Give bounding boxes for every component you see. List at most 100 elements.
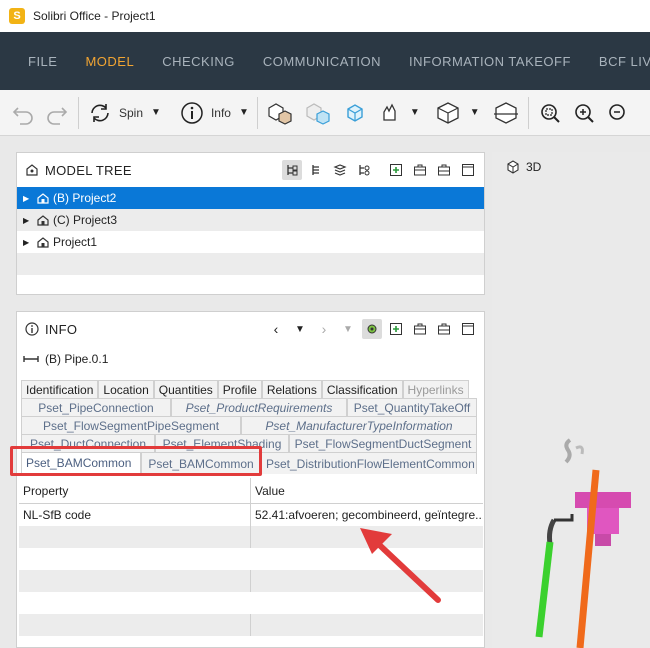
expand-arrow-icon[interactable]: ▶: [23, 194, 35, 203]
tab-pset-manufacturertypeinformation[interactable]: Pset_ManufacturerTypeInformation: [241, 416, 477, 434]
boxes-icon: [268, 102, 292, 125]
select-boxes-button[interactable]: [262, 97, 300, 129]
zoom-in-button[interactable]: [567, 97, 601, 129]
tree-classes-icon[interactable]: [354, 160, 374, 180]
redo-icon: [47, 106, 68, 125]
info-button[interactable]: Info ▼: [175, 97, 253, 129]
section-box-icon: [493, 101, 518, 124]
tree-layers-icon[interactable]: [330, 160, 350, 180]
building-icon: [37, 193, 49, 204]
tab-quantities[interactable]: Quantities: [153, 380, 218, 398]
toolbar: Spin ▼ Info ▼ ▼ ▼: [0, 90, 650, 136]
tab-hyperlinks[interactable]: Hyperlinks: [402, 380, 469, 398]
add-icon[interactable]: [386, 319, 406, 339]
toolbar-separator: [256, 96, 258, 129]
tab-pset-pipeconnection[interactable]: Pset_PipeConnection: [21, 398, 171, 416]
column-header-property[interactable]: Property: [19, 478, 251, 503]
zoom-fit-icon: [540, 103, 560, 123]
tab-row-1: Identification Location Quantities Profi…: [21, 380, 469, 398]
undo-button[interactable]: [6, 97, 40, 129]
tab-pset-flowsegmentpipesegment[interactable]: Pset_FlowSegmentPipeSegment: [21, 416, 241, 434]
isolate-box-button[interactable]: [338, 97, 372, 129]
boxes-faded-icon: [306, 102, 330, 125]
tree-item-project3[interactable]: ▶ (C) Project3: [17, 209, 484, 231]
suitcase-icon[interactable]: [410, 319, 430, 339]
model-tree-header: MODEL TREE: [17, 153, 484, 187]
undo-icon: [12, 106, 33, 125]
redo-button[interactable]: [40, 97, 74, 129]
maximize-panel-icon[interactable]: [458, 160, 478, 180]
tab-pset-productrequirements[interactable]: Pset_ProductRequirements: [171, 398, 347, 416]
info-header: INFO ‹ ▼ › ▼: [17, 312, 484, 346]
info-title: INFO: [45, 321, 78, 337]
property-name: NL-SfB code: [19, 504, 251, 526]
selected-object-label: (B) Pipe.0.1: [45, 352, 109, 366]
model-tree-panel: MODEL TREE ▶ (B) Project2 ▶ (C) Project3…: [16, 152, 485, 295]
model-tree-title: MODEL TREE: [45, 162, 132, 178]
annotation-arrow-icon: [360, 528, 441, 603]
menu-file[interactable]: FILE: [28, 54, 57, 69]
menu-communication[interactable]: COMMUNICATION: [263, 54, 381, 69]
column-header-value[interactable]: Value: [251, 478, 483, 503]
tree-item-label: (C) Project3: [53, 213, 118, 227]
app-logo-icon: S: [9, 8, 25, 24]
zoom-fit-button[interactable]: [533, 97, 567, 129]
menu-bcf-live[interactable]: BCF LIVE C: [599, 54, 650, 69]
tab-relations[interactable]: Relations: [261, 380, 322, 398]
expand-arrow-icon[interactable]: ▶: [23, 238, 35, 247]
section-box-button[interactable]: [488, 97, 524, 129]
suitcase-icon[interactable]: [410, 160, 430, 180]
chevron-down-icon[interactable]: ▼: [151, 107, 161, 118]
toolbar-separator: [527, 96, 529, 129]
maximize-panel-icon[interactable]: [458, 319, 478, 339]
hand-tool-button[interactable]: ▼: [372, 97, 424, 129]
tree-item-project2[interactable]: ▶ (B) Project2: [17, 187, 484, 209]
back-arrow-icon[interactable]: ‹: [266, 319, 286, 339]
zoom-in-icon: [574, 103, 594, 123]
settings-icon[interactable]: [362, 319, 382, 339]
menu-model[interactable]: MODEL: [85, 54, 134, 69]
menu-checking[interactable]: CHECKING: [162, 54, 235, 69]
tab-pset-distributionflowelementcommon[interactable]: Pset_DistributionFlowElementCommon: [261, 452, 477, 474]
model-tree-icon: [26, 164, 38, 176]
tab-classification[interactable]: Classification: [321, 380, 403, 398]
zoom-out-icon: [608, 103, 625, 120]
spin-button[interactable]: Spin ▼: [83, 97, 165, 129]
view-cube-button[interactable]: ▼: [430, 97, 484, 129]
tab-profile[interactable]: Profile: [217, 380, 262, 398]
info-label: Info: [210, 105, 231, 120]
zoom-out-button[interactable]: [601, 97, 631, 129]
3d-view[interactable]: 3D: [492, 152, 650, 648]
briefcase-icon[interactable]: [434, 160, 454, 180]
selected-object: (B) Pipe.0.1: [17, 346, 484, 372]
tree-item-label: (B) Project2: [53, 191, 117, 205]
toolbar-separator: [78, 96, 79, 129]
menu-information-takeoff[interactable]: INFORMATION TAKEOFF: [409, 54, 571, 69]
chevron-down-icon[interactable]: ▼: [338, 319, 358, 339]
expand-arrow-icon[interactable]: ▶: [23, 216, 35, 225]
forward-arrow-icon[interactable]: ›: [314, 319, 334, 339]
tab-location[interactable]: Location: [98, 380, 154, 398]
highlight-box: [10, 446, 262, 476]
chevron-down-icon[interactable]: ▼: [239, 107, 249, 118]
3d-model-render[interactable]: [492, 152, 650, 648]
hide-boxes-button[interactable]: [300, 97, 338, 129]
tab-pset-quantitytakeoff[interactable]: Pset_QuantityTakeOff: [347, 398, 477, 416]
info-tools: ‹ ▼ › ▼: [266, 319, 478, 339]
briefcase-icon[interactable]: [434, 319, 454, 339]
tree-item-project1[interactable]: ▶ Project1: [17, 231, 484, 253]
building-icon: [37, 237, 49, 248]
chevron-down-icon[interactable]: ▼: [410, 107, 420, 118]
tab-identification[interactable]: Identification: [21, 380, 99, 398]
tree-hierarchy-icon[interactable]: [282, 160, 302, 180]
chevron-down-icon[interactable]: ▼: [290, 319, 310, 339]
tree-list-icon[interactable]: [306, 160, 326, 180]
tree-item-label: Project1: [53, 235, 98, 249]
spin-label: Spin: [119, 105, 144, 120]
add-icon[interactable]: [386, 160, 406, 180]
hand-icon: [383, 103, 396, 121]
info-icon: [25, 322, 39, 336]
cube-icon: [437, 101, 459, 124]
tab-pset-flowsegmentductsegment[interactable]: Pset_FlowSegmentDuctSegment: [289, 434, 477, 452]
chevron-down-icon[interactable]: ▼: [470, 107, 480, 118]
